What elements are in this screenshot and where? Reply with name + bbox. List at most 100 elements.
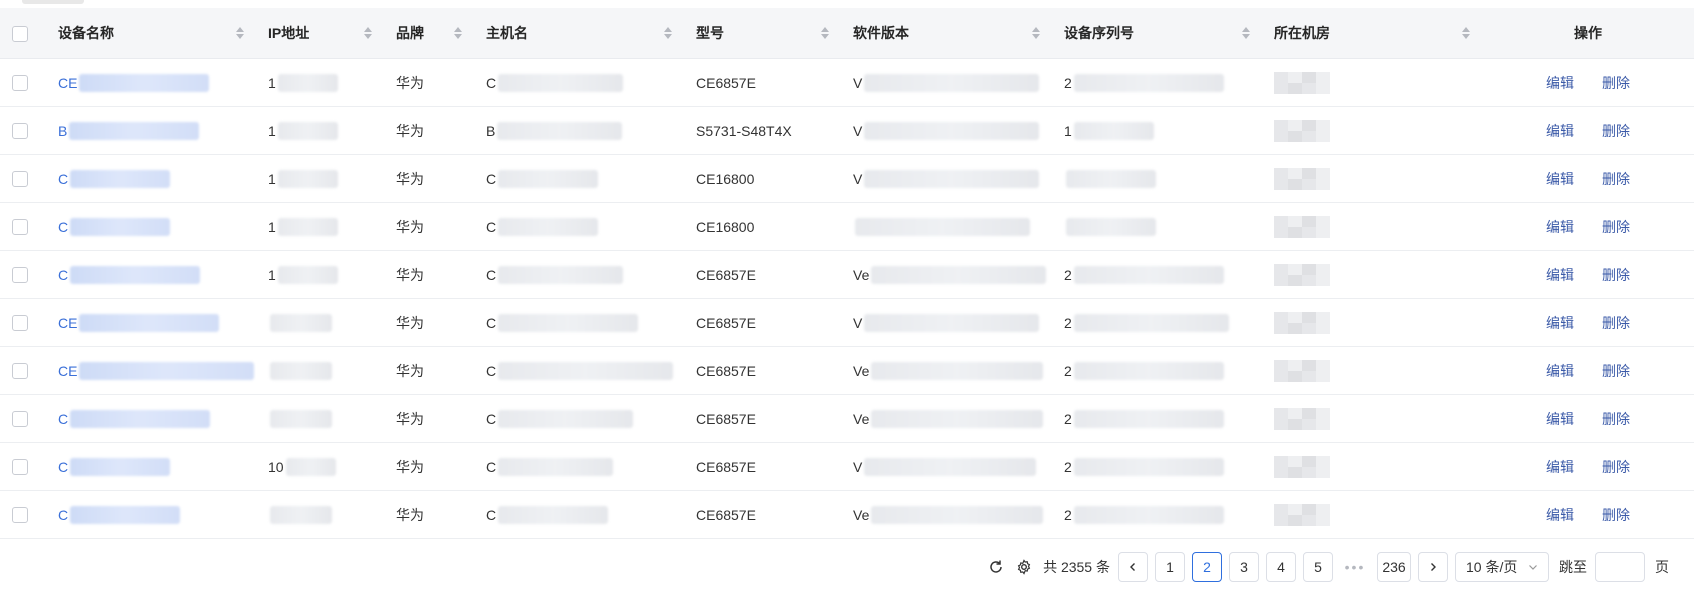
next-page-button[interactable]	[1418, 552, 1448, 582]
header-serial[interactable]: 设备序列号	[1052, 8, 1262, 59]
sort-icon[interactable]	[454, 27, 462, 39]
row-checkbox[interactable]	[12, 459, 28, 476]
refresh-icon[interactable]	[987, 558, 1005, 576]
prev-page-button[interactable]	[1118, 552, 1148, 582]
edit-button[interactable]: 编辑	[1546, 505, 1574, 525]
row-checkbox[interactable]	[12, 75, 28, 92]
edit-button[interactable]: 编辑	[1546, 409, 1574, 429]
gear-icon[interactable]	[1015, 558, 1033, 576]
header-hostname[interactable]: 主机名	[474, 8, 684, 59]
device-name-link[interactable]: CE	[58, 75, 77, 91]
sort-icon[interactable]	[1032, 27, 1040, 39]
header-ip[interactable]: IP地址	[256, 8, 384, 59]
cell-device-name[interactable]: C	[46, 442, 256, 491]
delete-button[interactable]: 删除	[1602, 505, 1630, 525]
edit-button[interactable]: 编辑	[1546, 73, 1574, 93]
page-button-last[interactable]: 236	[1377, 552, 1411, 582]
header-select-all[interactable]	[0, 8, 46, 59]
page-button-5[interactable]: 5	[1303, 552, 1333, 582]
page-button-3[interactable]: 3	[1229, 552, 1259, 582]
jump-page-input[interactable]	[1595, 552, 1645, 582]
edit-button[interactable]: 编辑	[1546, 217, 1574, 237]
delete-button[interactable]: 删除	[1602, 121, 1630, 141]
page-button-1[interactable]: 1	[1155, 552, 1185, 582]
page-button-2[interactable]: 2	[1192, 552, 1222, 582]
select-all-checkbox[interactable]	[12, 25, 28, 42]
edit-button[interactable]: 编辑	[1546, 313, 1574, 333]
cell-device-name[interactable]: CE	[46, 298, 256, 347]
delete-button[interactable]: 删除	[1602, 169, 1630, 189]
device-name-link[interactable]: C	[58, 219, 68, 235]
edit-button[interactable]: 编辑	[1546, 361, 1574, 381]
device-name-link[interactable]: C	[58, 459, 68, 475]
header-software-version[interactable]: 软件版本	[841, 8, 1052, 59]
delete-button[interactable]: 删除	[1602, 409, 1630, 429]
delete-button[interactable]: 删除	[1602, 73, 1630, 93]
redacted-software-version	[871, 505, 1044, 524]
sort-icon[interactable]	[821, 27, 829, 39]
row-checkbox[interactable]	[12, 123, 28, 140]
row-select[interactable]	[0, 346, 46, 395]
cell-device-name[interactable]: C	[46, 250, 256, 299]
row-select[interactable]	[0, 154, 46, 203]
header-brand[interactable]: 品牌	[384, 8, 474, 59]
sort-icon[interactable]	[236, 27, 244, 39]
sort-icon[interactable]	[1462, 27, 1470, 39]
page-button-4[interactable]: 4	[1266, 552, 1296, 582]
row-select[interactable]	[0, 490, 46, 539]
cell-device-name[interactable]: B	[46, 106, 256, 155]
edit-button[interactable]: 编辑	[1546, 121, 1574, 141]
row-select[interactable]	[0, 442, 46, 491]
edit-button[interactable]: 编辑	[1546, 457, 1574, 477]
device-name-link[interactable]: C	[58, 507, 68, 523]
redacted-hostname	[498, 217, 599, 236]
row-select[interactable]	[0, 106, 46, 155]
cell-device-name[interactable]: C	[46, 490, 256, 539]
software-version-text: V	[853, 314, 863, 331]
delete-button[interactable]: 删除	[1602, 457, 1630, 477]
cell-device-name[interactable]: C	[46, 154, 256, 203]
edit-button[interactable]: 编辑	[1546, 169, 1574, 189]
delete-button[interactable]: 删除	[1602, 265, 1630, 285]
cell-device-name[interactable]: C	[46, 202, 256, 251]
cell-software-version: Ve	[841, 250, 1052, 299]
device-name-link[interactable]: C	[58, 411, 68, 427]
sort-icon[interactable]	[664, 27, 672, 39]
header-model[interactable]: 型号	[684, 8, 841, 59]
row-select[interactable]	[0, 58, 46, 107]
device-name-link[interactable]: CE	[58, 315, 77, 331]
device-name-link[interactable]: C	[58, 267, 68, 283]
header-room[interactable]: 所在机房	[1262, 8, 1482, 59]
row-select[interactable]	[0, 298, 46, 347]
device-name-link[interactable]: B	[58, 123, 67, 139]
row-checkbox[interactable]	[12, 315, 28, 332]
cell-software-version: V	[841, 154, 1052, 203]
delete-button[interactable]: 删除	[1602, 313, 1630, 333]
table-row: C 华为 C CE6857E Ve 2 编辑 删除	[0, 394, 1694, 443]
model-text: CE16800	[696, 219, 755, 236]
page-size-select[interactable]: 10 条/页	[1455, 552, 1549, 582]
device-name-link[interactable]: C	[58, 171, 68, 187]
row-select[interactable]	[0, 202, 46, 251]
header-device-name[interactable]: 设备名称	[46, 8, 256, 59]
delete-button[interactable]: 删除	[1602, 217, 1630, 237]
row-checkbox[interactable]	[12, 171, 28, 188]
cell-ip: 1	[256, 250, 384, 299]
edit-button[interactable]: 编辑	[1546, 265, 1574, 285]
row-checkbox[interactable]	[12, 363, 28, 380]
row-checkbox[interactable]	[12, 411, 28, 428]
row-select[interactable]	[0, 250, 46, 299]
cell-device-name[interactable]: C	[46, 394, 256, 443]
row-checkbox[interactable]	[12, 267, 28, 284]
row-checkbox[interactable]	[12, 219, 28, 236]
row-checkbox[interactable]	[12, 507, 28, 524]
sort-icon[interactable]	[364, 27, 372, 39]
row-select[interactable]	[0, 394, 46, 443]
cell-device-name[interactable]: CE	[46, 58, 256, 107]
device-name-link[interactable]: CE	[58, 363, 77, 379]
page-ellipsis[interactable]: •••	[1340, 559, 1370, 575]
cell-device-name[interactable]: CE	[46, 346, 256, 395]
delete-button[interactable]: 删除	[1602, 361, 1630, 381]
brand-text: 华为	[396, 170, 424, 187]
sort-icon[interactable]	[1242, 27, 1250, 39]
